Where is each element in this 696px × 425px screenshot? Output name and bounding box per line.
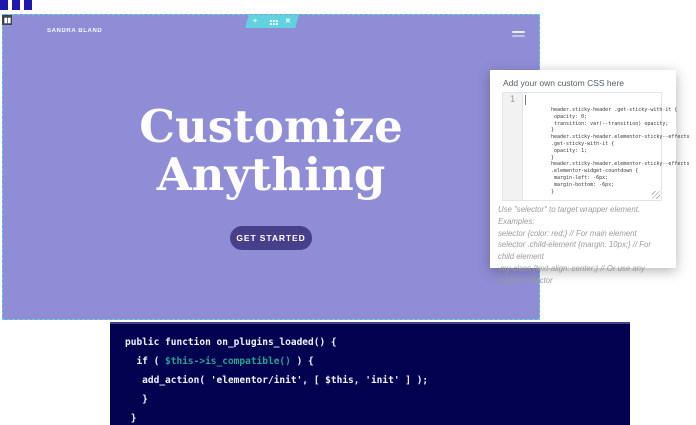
menu-icon[interactable] bbox=[512, 31, 525, 39]
drag-section-icon[interactable] bbox=[270, 21, 272, 23]
column-handle-icon[interactable] bbox=[2, 15, 12, 25]
line-number-gutter: 1 bbox=[503, 93, 523, 200]
panel-title: Add your own custom CSS here bbox=[503, 78, 624, 88]
get-started-button[interactable]: GET STARTED bbox=[230, 226, 312, 250]
chrome-square-icon bbox=[0, 0, 8, 10]
add-section-icon[interactable]: + bbox=[253, 15, 257, 28]
hero-heading: Customize Anything bbox=[3, 103, 539, 199]
css-code-editor[interactable]: 1 header.sticky-header .get-sticky-with-… bbox=[502, 92, 662, 201]
site-title[interactable]: SANDRA BLAND bbox=[47, 28, 102, 34]
hero-section: + ✕ SANDRA BLAND Customize Anything GET … bbox=[2, 14, 540, 320]
editor-content[interactable]: header.sticky-header .get-sticky-with-it… bbox=[523, 93, 661, 200]
chrome-square-icon bbox=[24, 0, 32, 10]
chrome-square-icon bbox=[12, 0, 20, 10]
hero-heading-line2: Anything bbox=[3, 151, 539, 199]
section-edit-handle[interactable]: + ✕ bbox=[245, 15, 298, 28]
editor-chrome-squares bbox=[0, 0, 32, 10]
menu-bar bbox=[512, 31, 525, 33]
php-code-text: public function on_plugins_loaded() { if… bbox=[110, 324, 630, 425]
hero-heading-line1: Customize bbox=[3, 103, 539, 151]
css-code-text: header.sticky-header .get-sticky-with-it… bbox=[551, 107, 689, 195]
custom-css-panel: Add your own custom CSS here 1 header.st… bbox=[490, 70, 676, 268]
menu-bar bbox=[512, 35, 525, 37]
resize-handle-icon[interactable] bbox=[652, 191, 660, 199]
screenshot-canvas: + ✕ SANDRA BLAND Customize Anything GET … bbox=[0, 0, 696, 425]
css-helper-text: Use "selector" to target wrapper element… bbox=[498, 204, 668, 287]
php-code-block: public function on_plugins_loaded() { if… bbox=[110, 322, 630, 425]
drag-dots-glyph bbox=[270, 20, 272, 22]
delete-section-icon[interactable]: ✕ bbox=[285, 15, 291, 28]
text-caret bbox=[525, 95, 526, 105]
columns-icon bbox=[4, 17, 11, 24]
